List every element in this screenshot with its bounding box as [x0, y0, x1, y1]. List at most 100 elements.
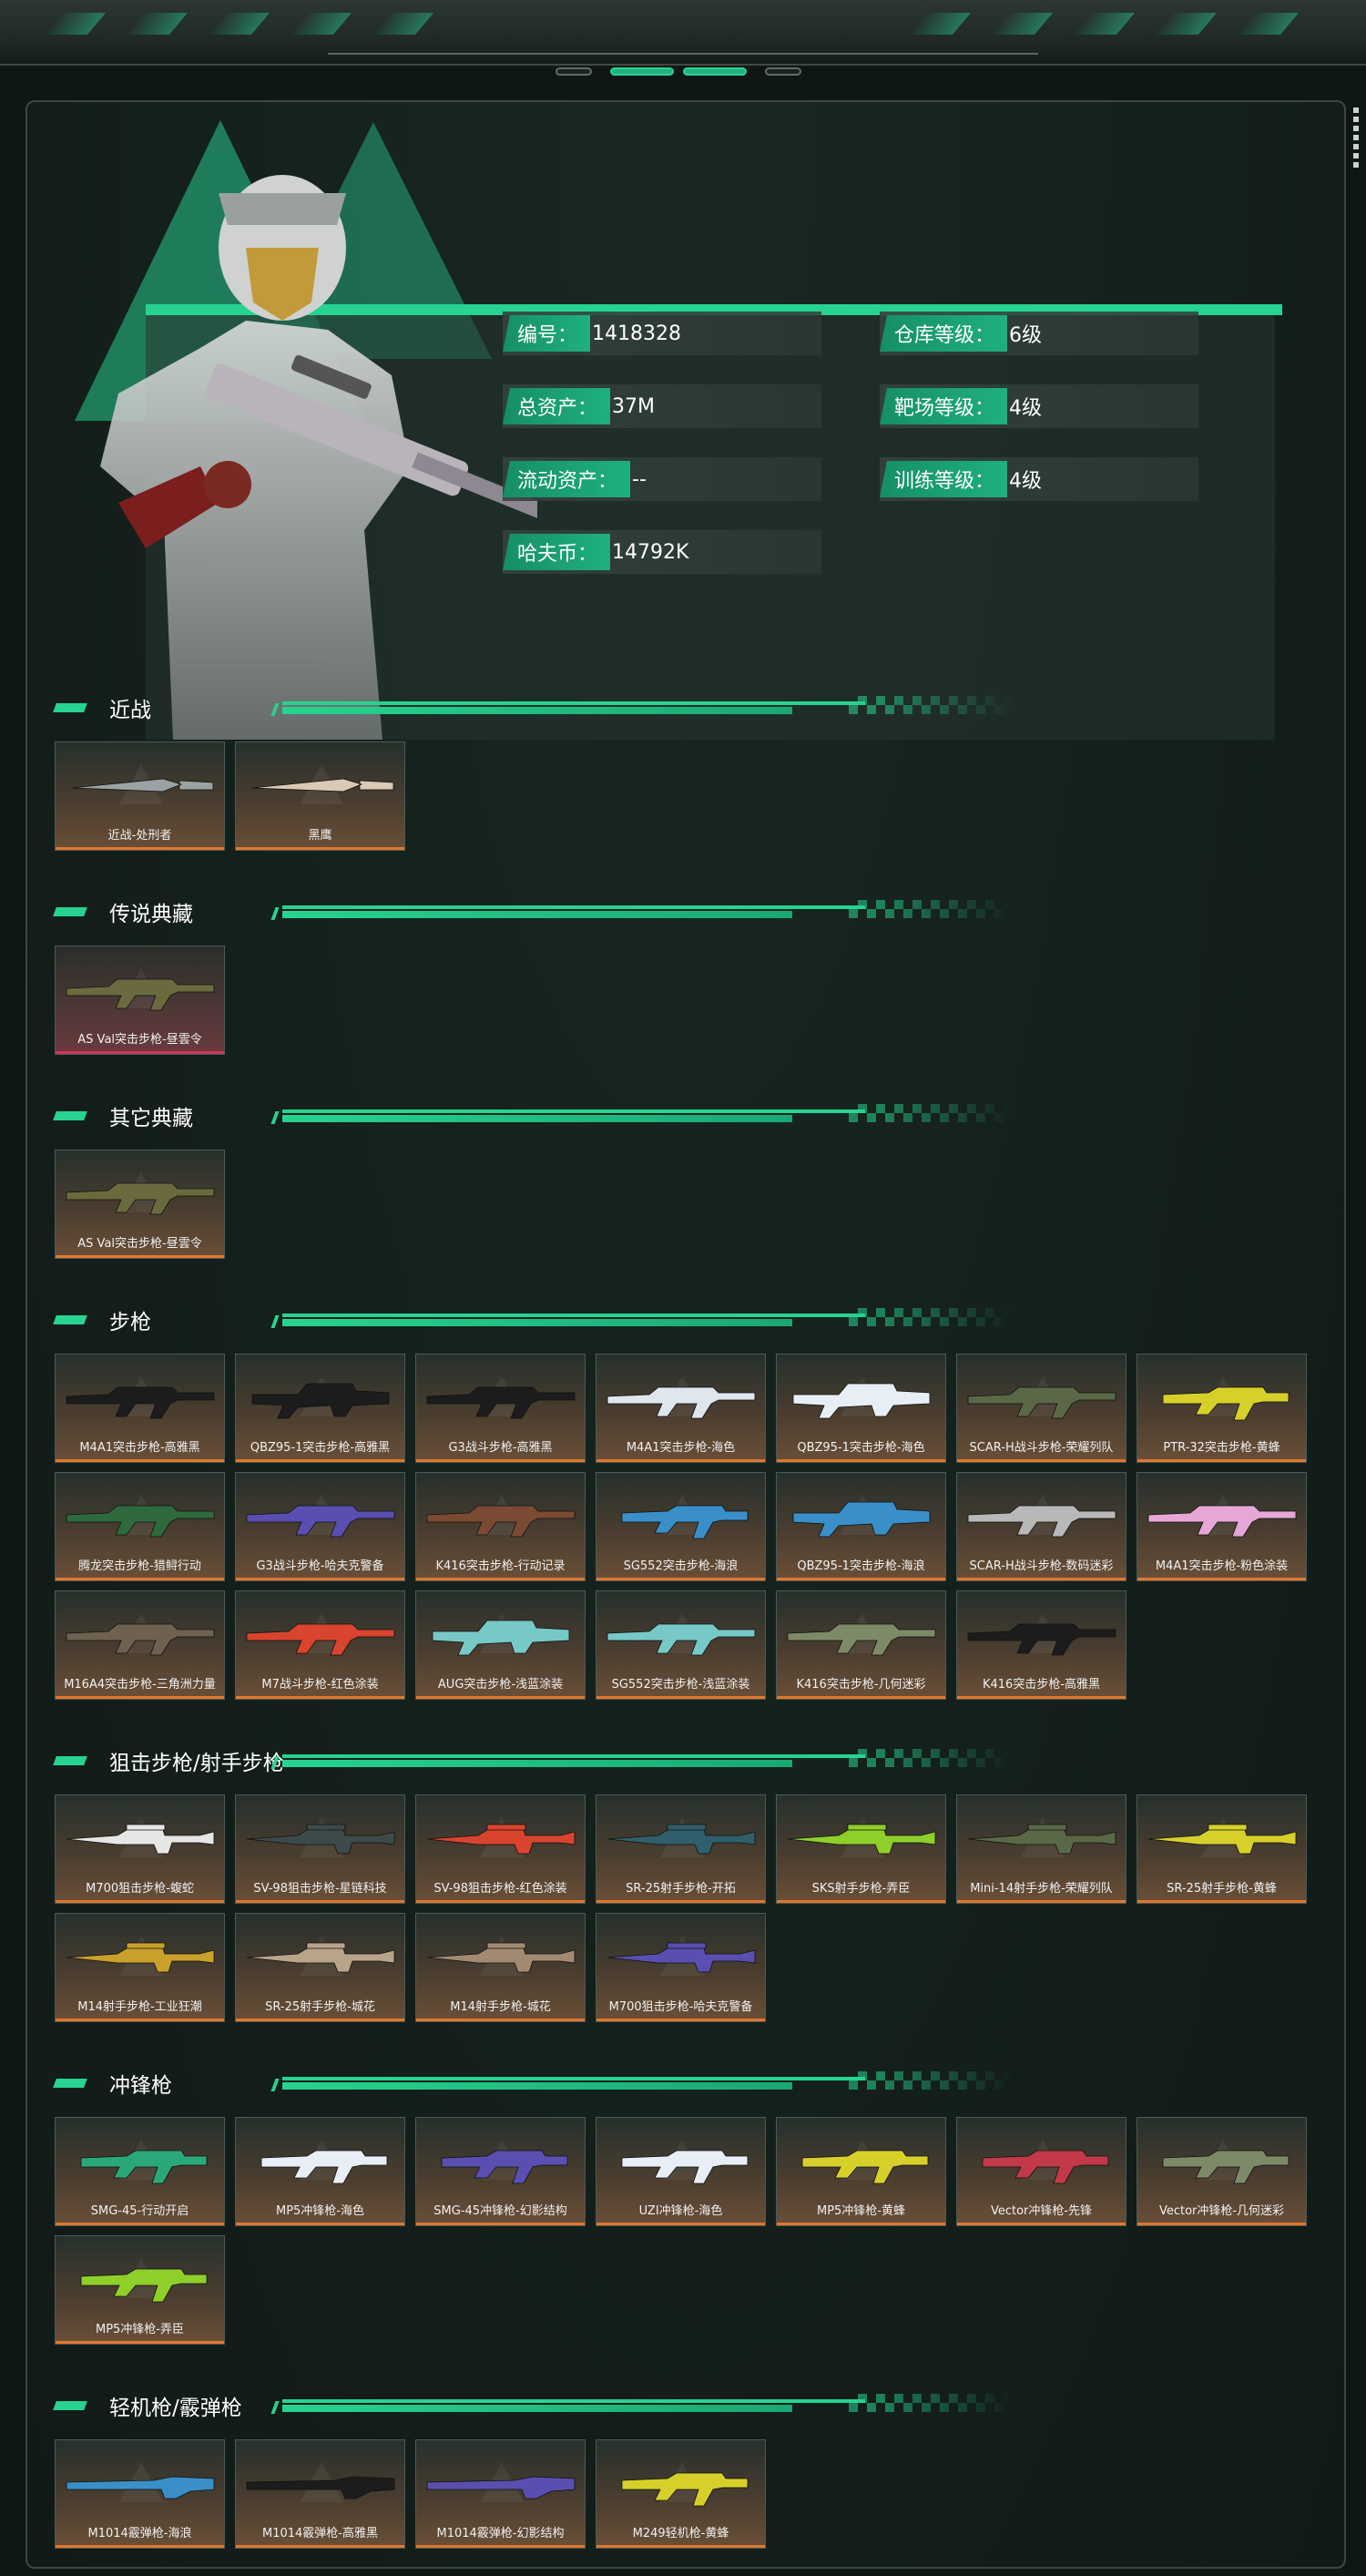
section-header: 冲锋枪: [53, 2066, 1013, 2102]
item-name: M700狙击步枪-蝮蛇: [86, 1882, 194, 1896]
item-card[interactable]: SG552突击步枪-浅蓝涂装: [596, 1590, 766, 1700]
rarity-bar: [56, 2545, 224, 2548]
item-card[interactable]: M4A1突击步枪-粉色涂装: [1137, 1472, 1307, 1581]
weapon-image: [246, 1824, 395, 1855]
rarity-bar: [416, 2223, 585, 2225]
item-card[interactable]: M249轻机枪-黄蜂: [596, 2439, 766, 2549]
top-stripe: [372, 13, 434, 35]
item-name: M4A1突击步枪-高雅黑: [79, 1441, 200, 1455]
item-name: SMG-45-行动开启: [90, 2204, 189, 2218]
section-header: 近战: [53, 690, 1013, 727]
weapon-image: [982, 2150, 1109, 2184]
weapon-image: [1147, 1824, 1297, 1855]
item-name: SG552突击步枪-海浪: [623, 1559, 739, 1573]
item-card[interactable]: SKS射手步枪-弄臣: [776, 1794, 946, 1904]
weapon-image: [66, 978, 215, 1011]
item-card[interactable]: M1014霰弹枪-幻影结构: [415, 2439, 586, 2549]
item-card[interactable]: MP5冲锋枪-海色: [235, 2117, 405, 2226]
item-name: 近战-处刑者: [107, 829, 172, 843]
stat-value: 6级: [1009, 324, 1043, 347]
rarity-bar: [1137, 2223, 1306, 2225]
item-card[interactable]: PTR-32突击步枪-黄蜂: [1137, 1354, 1307, 1463]
stat-label: 仓库等级：: [880, 315, 1008, 352]
item-card[interactable]: Vector冲锋枪-几何迷彩: [1137, 2117, 1307, 2226]
item-card[interactable]: M4A1突击步枪-高雅黑: [55, 1354, 225, 1463]
weapon-image: [80, 2268, 208, 2303]
item-card[interactable]: AUG突击步枪-浅蓝涂装: [415, 1590, 586, 1700]
item-card[interactable]: M7战斗步枪-红色涂装: [235, 1590, 405, 1700]
item-name: QBZ95-1突击步枪-海浪: [797, 1559, 925, 1573]
item-card[interactable]: SG552突击步枪-海浪: [596, 1472, 766, 1581]
rarity-bar: [236, 1900, 404, 1903]
item-card[interactable]: M16A4突击步枪-三角洲力量: [55, 1590, 225, 1700]
item-card[interactable]: QBZ95-1突击步枪-高雅黑: [235, 1354, 405, 1463]
weapon-image: [441, 2150, 568, 2184]
item-card[interactable]: K416突击步枪-行动记录: [415, 1472, 586, 1581]
weapon-image: [260, 2150, 388, 2184]
weapon-image: [71, 778, 214, 792]
item-name: SV-98狙击步枪-红色涂装: [433, 1882, 567, 1896]
item-card[interactable]: Vector冲锋枪-先锋: [956, 2117, 1126, 2226]
weapon-image: [246, 1942, 395, 1973]
item-name: K416突击步枪-几何迷彩: [796, 1678, 926, 1692]
item-card[interactable]: SR-25射手步枪-城花: [235, 1913, 405, 2022]
item-card[interactable]: AS Val突击步枪-昼雲令: [55, 946, 225, 1055]
item-card[interactable]: MP5冲锋枪-黄蜂: [776, 2117, 946, 2226]
weapon-image: [1147, 1505, 1297, 1538]
section-header: 传说典藏: [53, 894, 1013, 931]
item-name: M700狙击步枪-哈夫克警备: [608, 2000, 753, 2014]
item-card[interactable]: M700狙击步枪-蝮蛇: [55, 1794, 225, 1904]
item-card[interactable]: AS Val突击步枪-昼雲令: [55, 1150, 225, 1259]
item-card[interactable]: Mini-14射手步枪-荣耀列队: [956, 1794, 1126, 1904]
item-card[interactable]: SMG-45冲锋枪-幻影结构: [415, 2117, 586, 2226]
item-card[interactable]: SR-25射手步枪-开拓: [596, 1794, 766, 1904]
rarity-bar: [416, 2545, 585, 2548]
item-name: M1014霰弹枪-幻影结构: [436, 2527, 565, 2540]
item-name: 黑鹰: [308, 829, 332, 843]
weapon-image: [246, 1623, 395, 1656]
stat-value: 37M: [612, 394, 655, 418]
stat-warehouse-level: 仓库等级： 6级: [880, 312, 1198, 355]
item-card[interactable]: SCAR-H战斗步枪-数码迷彩: [956, 1472, 1126, 1581]
item-card[interactable]: M700狙击步枪-哈夫克警备: [596, 1913, 766, 2022]
item-card[interactable]: M14射手步枪-工业狂潮: [55, 1913, 225, 2022]
item-card[interactable]: SV-98狙击步枪-红色涂装: [415, 1794, 586, 1904]
rarity-bar: [1137, 1900, 1306, 1903]
item-card[interactable]: QBZ95-1突击步枪-海色: [776, 1354, 946, 1463]
item-card[interactable]: UZI冲锋枪-海色: [596, 2117, 766, 2226]
item-card[interactable]: M4A1突击步枪-海色: [596, 1354, 766, 1463]
item-name: Vector冲锋枪-先锋: [990, 2204, 1093, 2218]
item-card[interactable]: SMG-45-行动开启: [55, 2117, 225, 2226]
rarity-bar: [1137, 1459, 1306, 1462]
item-card[interactable]: 黑鹰: [235, 741, 405, 851]
item-name: M14射手步枪-工业狂潮: [77, 2000, 202, 2014]
rarity-bar: [596, 2223, 765, 2225]
section-checker-decor: [849, 1104, 1013, 1122]
item-card[interactable]: 近战-处刑者: [55, 741, 225, 851]
item-card[interactable]: QBZ95-1突击步枪-海浪: [776, 1472, 946, 1581]
section-dash: [53, 907, 87, 916]
item-card[interactable]: M1014霰弹枪-高雅黑: [235, 2439, 405, 2549]
rarity-bar: [236, 1578, 404, 1580]
weapon-image: [66, 1182, 215, 1215]
item-card[interactable]: SR-25射手步枪-黄蜂: [1137, 1794, 1307, 1904]
item-card[interactable]: K416突击步枪-高雅黑: [956, 1590, 1126, 1700]
item-card[interactable]: 腾龙突击步枪-猎鲟行动: [55, 1472, 225, 1581]
item-card[interactable]: MP5冲锋枪-弄臣: [55, 2235, 225, 2345]
item-card[interactable]: M14射手步枪-城花: [415, 1913, 586, 2022]
rarity-bar: [777, 2223, 945, 2225]
item-card[interactable]: SV-98狙击步枪-星链科技: [235, 1794, 405, 1904]
item-card[interactable]: SCAR-H战斗步枪-荣耀列队: [956, 1354, 1126, 1463]
section-dash: [53, 703, 87, 712]
stat-label: 流动资产：: [503, 461, 631, 497]
rarity-bar: [957, 1578, 1126, 1580]
item-name: MP5冲锋枪-黄蜂: [816, 2204, 906, 2218]
weapon-image: [66, 2476, 215, 2499]
item-card[interactable]: K416突击步枪-几何迷彩: [776, 1590, 946, 1700]
item-card[interactable]: G3战斗步枪-高雅黑: [415, 1354, 586, 1463]
top-stripe: [291, 13, 352, 35]
item-card[interactable]: M1014霰弹枪-海浪: [55, 2439, 225, 2549]
weapon-image: [967, 1824, 1116, 1855]
rarity-bar: [416, 1459, 585, 1462]
item-card[interactable]: G3战斗步枪-哈夫克警备: [235, 1472, 405, 1581]
